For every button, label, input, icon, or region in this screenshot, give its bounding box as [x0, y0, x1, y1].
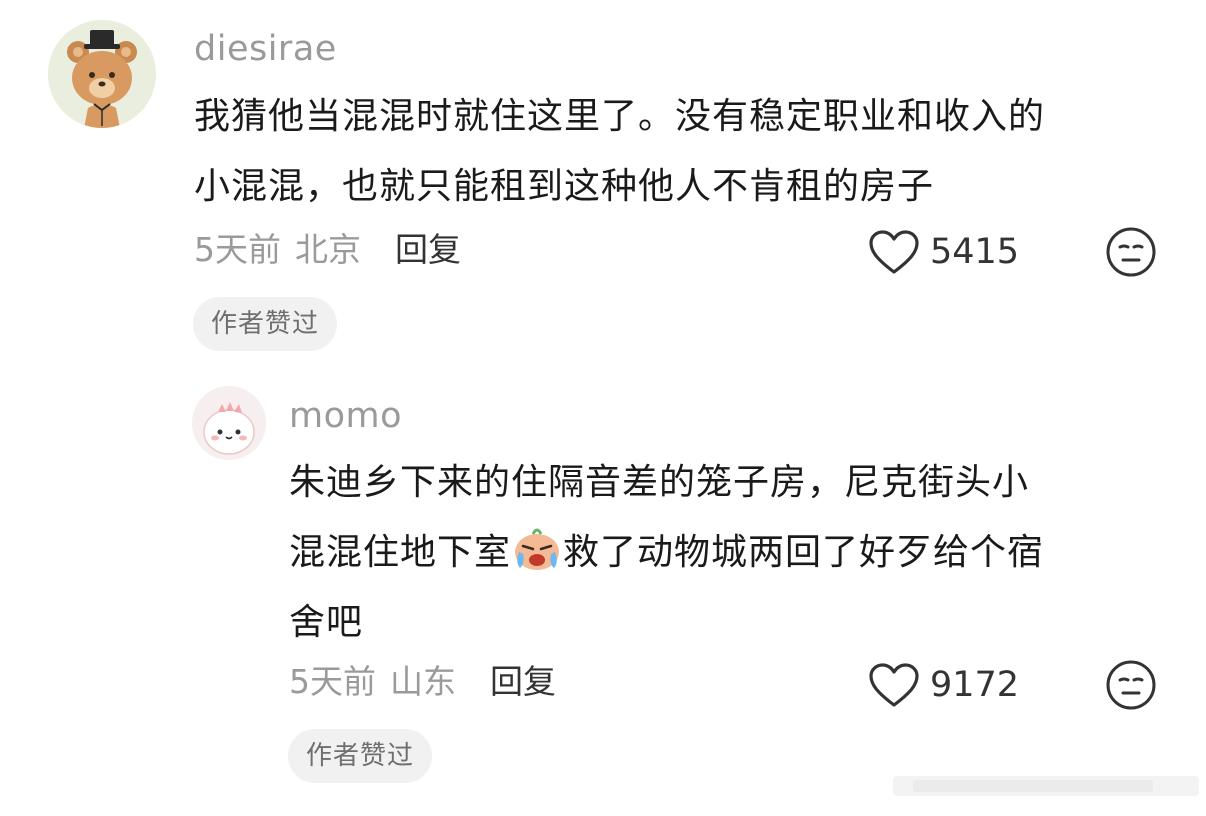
- comment-meta: 5天前 山东 回复: [289, 665, 556, 698]
- heart-outline-icon: [869, 663, 919, 707]
- comment-username[interactable]: momo: [289, 399, 402, 434]
- comment-region: 北京: [295, 230, 361, 269]
- comment-username[interactable]: diesirae: [194, 32, 337, 67]
- like-button[interactable]: 5415: [868, 229, 1019, 275]
- comment-item: diesirae 我猜他当混混时就住这里了。没有稳定职业和收入的 小混混，也就只…: [0, 0, 1206, 370]
- emoji-reaction-button[interactable]: [1105, 226, 1157, 278]
- comment-time: 5天前: [194, 230, 281, 269]
- comment-text: 朱迪乡下来的住隔音差的笼子房，尼克街头小 混混住地下室 救了动物城两回了好歹给个…: [289, 448, 1169, 658]
- user-avatar[interactable]: [48, 20, 156, 128]
- reply-button[interactable]: 回复: [490, 665, 556, 698]
- teddy-bear-avatar-icon: [48, 20, 156, 128]
- comment-text: 我猜他当混混时就住这里了。没有稳定职业和收入的 小混混，也就只能租到这种他人不肯…: [194, 82, 1174, 222]
- comment-meta: 5天前 北京 回复: [194, 233, 461, 266]
- comment-region: 山东: [390, 662, 456, 701]
- comment-text-line: 我猜他当混混时就住这里了。没有稳定职业和收入的: [194, 96, 1046, 137]
- comment-text-line: 舍吧: [289, 602, 364, 643]
- like-button[interactable]: 9172: [868, 662, 1019, 708]
- author-liked-badge: 作者赞过: [193, 297, 338, 351]
- comment-text-line: 救了动物城两回了好歹给个宿: [563, 532, 1045, 573]
- like-count: 9172: [930, 664, 1020, 705]
- comment-text-line: 小混混，也就只能租到这种他人不肯租的房子: [194, 166, 935, 207]
- comment-text-line: 朱迪乡下来的住隔音差的笼子房，尼克街头小: [289, 462, 1030, 503]
- pink-dino-avatar-icon: [192, 386, 266, 460]
- neutral-face-icon: [1106, 227, 1156, 277]
- watermark-graphic: [893, 776, 1199, 796]
- comment-time: 5天前: [289, 662, 376, 701]
- comment-text-line: 混混住地下室: [289, 532, 512, 573]
- user-avatar[interactable]: [192, 386, 266, 460]
- neutral-face-icon: [1106, 660, 1156, 710]
- reply-comment-item: momo 朱迪乡下来的住隔音差的笼子房，尼克街头小 混混住地下室 救了动物城两回…: [0, 380, 1206, 800]
- heart-outline-icon: [869, 230, 919, 274]
- emoji-reaction-button[interactable]: [1105, 659, 1157, 711]
- crying-face-emoji: [515, 528, 560, 570]
- author-liked-badge: 作者赞过: [288, 729, 433, 783]
- reply-button[interactable]: 回复: [395, 233, 461, 266]
- like-count: 5415: [930, 231, 1020, 272]
